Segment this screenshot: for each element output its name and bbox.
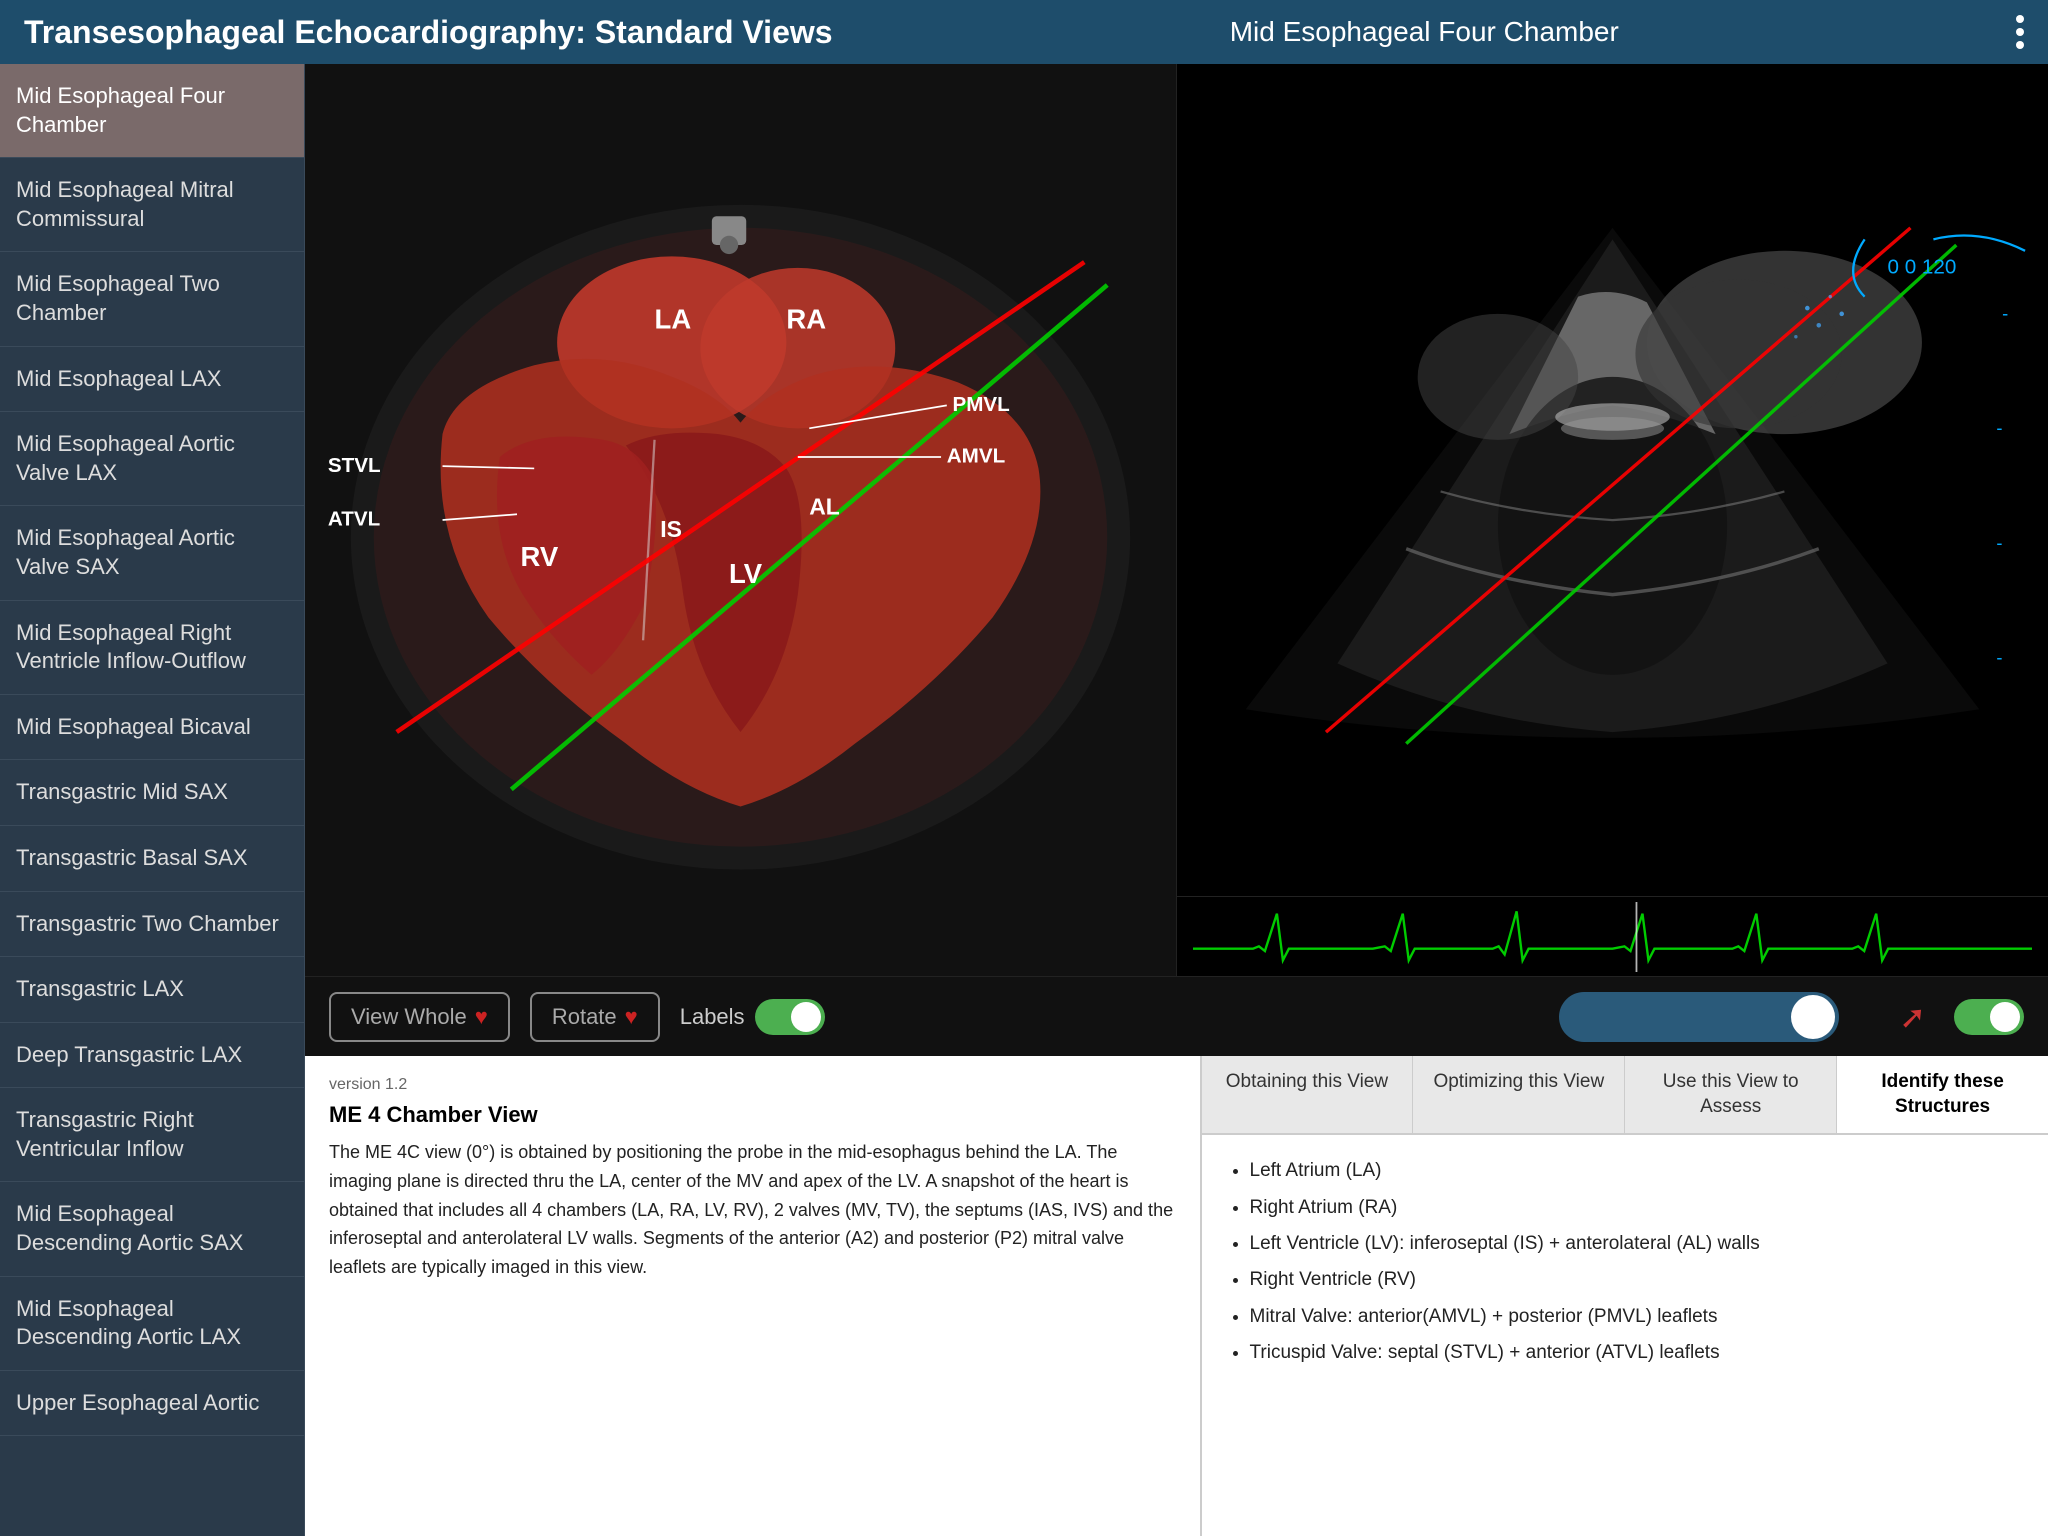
red-chevron-icon: ➚	[1899, 998, 1926, 1036]
sidebar-item-me-aortic-lax[interactable]: Mid Esophageal Aortic Valve LAX	[0, 412, 304, 506]
structure-item: Mitral Valve: anterior(AMVL) + posterior…	[1250, 1301, 2025, 1333]
sidebar-item-me-four-chamber[interactable]: Mid Esophageal Four Chamber	[0, 64, 304, 158]
rotate-label: Rotate	[552, 1004, 617, 1030]
sidebar-item-me-bicaval[interactable]: Mid Esophageal Bicaval	[0, 695, 304, 761]
toggle-knob	[1791, 995, 1835, 1039]
structure-item: Tricuspid Valve: septal (STVL) + anterio…	[1250, 1337, 2025, 1369]
sidebar-item-me-desc-sax[interactable]: Mid Esophageal Descending Aortic SAX	[0, 1182, 304, 1276]
app-title: Transesophageal Echocardiography: Standa…	[24, 14, 833, 51]
svg-text:-: -	[1996, 646, 2002, 667]
ultrasound-mode-toggle[interactable]	[1559, 992, 1839, 1042]
stvl-label: STVL	[328, 454, 381, 477]
info-panel: Obtaining this ViewOptimizing this ViewU…	[1202, 1056, 2048, 1536]
ra-label: RA	[786, 304, 826, 335]
is-label: IS	[660, 516, 682, 542]
ultrasound-main: - - - - 0 0 120	[1177, 64, 2048, 896]
heart-svg: LA RA RV LV IS AL STVL ATVL PMV	[305, 64, 1176, 976]
ecg-svg	[1193, 902, 2032, 972]
more-menu-button[interactable]	[2016, 15, 2024, 49]
info-content: Left Atrium (LA) Right Atrium (RA) Left Ve…	[1202, 1135, 2048, 1536]
version-text: version 1.2	[329, 1076, 1176, 1094]
info-tabs: Obtaining this ViewOptimizing this ViewU…	[1202, 1056, 2048, 1135]
app-header: Transesophageal Echocardiography: Standa…	[0, 0, 2048, 64]
sidebar-item-deep-tg-lax[interactable]: Deep Transgastric LAX	[0, 1023, 304, 1089]
sidebar-item-me-rv-inflow[interactable]: Mid Esophageal Right Ventricle Inflow-Ou…	[0, 601, 304, 695]
svg-text:-: -	[2002, 303, 2008, 324]
info-tab-obtaining[interactable]: Obtaining this View	[1202, 1056, 1414, 1133]
la-label: LA	[655, 304, 692, 335]
lv-label: LV	[729, 558, 763, 589]
labels-label: Labels	[680, 1004, 745, 1030]
heart-icon: ♥	[475, 1004, 488, 1030]
current-view-title: Mid Esophageal Four Chamber	[1230, 16, 1619, 48]
text-panel-title: ME 4 Chamber View	[329, 1102, 1176, 1128]
sidebar-item-ue-aortic[interactable]: Upper Esophageal Aortic	[0, 1371, 304, 1437]
info-tab-identify[interactable]: Identify these Structures	[1837, 1056, 2048, 1133]
sidebar-item-me-two-chamber[interactable]: Mid Esophageal Two Chamber	[0, 252, 304, 346]
labels-toggle[interactable]	[755, 999, 825, 1035]
sidebar-item-tg-rv-inflow[interactable]: Transgastric Right Ventricular Inflow	[0, 1088, 304, 1182]
sidebar-item-tg-mid-sax[interactable]: Transgastric Mid SAX	[0, 760, 304, 826]
ultrasound-svg: - - - - 0 0 120	[1177, 64, 2048, 896]
sidebar-item-tg-lax[interactable]: Transgastric LAX	[0, 957, 304, 1023]
sidebar-item-me-desc-lax[interactable]: Mid Esophageal Descending Aortic LAX	[0, 1277, 304, 1371]
structure-item: Right Atrium (RA)	[1250, 1192, 2025, 1224]
visuals-area: LA RA RV LV IS AL STVL ATVL PMV	[305, 64, 2048, 976]
structures-list: Left Atrium (LA) Right Atrium (RA) Left Ve…	[1226, 1155, 2025, 1369]
info-tab-optimizing[interactable]: Optimizing this View	[1413, 1056, 1625, 1133]
svg-text:-: -	[1996, 532, 2002, 553]
al-label: AL	[809, 493, 840, 519]
pmvl-label: PMVL	[953, 393, 1010, 416]
ecg-strip	[1177, 896, 2048, 976]
view-whole-label: View Whole	[351, 1004, 467, 1030]
main-layout: Mid Esophageal Four ChamberMid Esophagea…	[0, 64, 2048, 1536]
sidebar-item-me-mitral-commissural[interactable]: Mid Esophageal Mitral Commissural	[0, 158, 304, 252]
structure-item: Right Ventricle (RV)	[1250, 1264, 2025, 1296]
text-panel-body: The ME 4C view (0°) is obtained by posit…	[329, 1138, 1176, 1282]
amvl-label: AMVL	[947, 445, 1005, 468]
rv-label: RV	[520, 541, 558, 572]
svg-text:-: -	[1996, 417, 2002, 438]
heart-diagram: LA RA RV LV IS AL STVL ATVL PMV	[305, 64, 1177, 976]
info-tab-use-assess[interactable]: Use this View to Assess	[1625, 1056, 1837, 1133]
rotate-icon: ♥	[625, 1004, 638, 1030]
controls-bar: View Whole ♥ Rotate ♥ Labels ➚	[305, 976, 2048, 1056]
structure-item: Left Ventricle (LV): inferoseptal (IS) +…	[1250, 1228, 2025, 1260]
svg-text:0 0 120: 0 0 120	[1888, 256, 1957, 279]
sidebar-item-tg-basal-sax[interactable]: Transgastric Basal SAX	[0, 826, 304, 892]
right-toggle[interactable]	[1954, 999, 2024, 1035]
labels-toggle-container: Labels	[680, 999, 825, 1035]
text-panel: version 1.2 ME 4 Chamber View The ME 4C …	[305, 1056, 1202, 1536]
ultrasound-panel: - - - - 0 0 120	[1177, 64, 2048, 976]
rotate-button[interactable]: Rotate ♥	[530, 992, 660, 1042]
atvl-label: ATVL	[328, 508, 380, 531]
structure-item: Left Atrium (LA)	[1250, 1155, 2025, 1187]
sidebar-item-tg-two-chamber[interactable]: Transgastric Two Chamber	[0, 892, 304, 958]
sidebar-item-me-lax[interactable]: Mid Esophageal LAX	[0, 347, 304, 413]
bottom-area: version 1.2 ME 4 Chamber View The ME 4C …	[305, 1056, 2048, 1536]
right-panel: LA RA RV LV IS AL STVL ATVL PMV	[305, 64, 2048, 1536]
sidebar: Mid Esophageal Four ChamberMid Esophagea…	[0, 64, 305, 1536]
sidebar-item-me-aortic-sax[interactable]: Mid Esophageal Aortic Valve SAX	[0, 506, 304, 600]
view-whole-button[interactable]: View Whole ♥	[329, 992, 510, 1042]
